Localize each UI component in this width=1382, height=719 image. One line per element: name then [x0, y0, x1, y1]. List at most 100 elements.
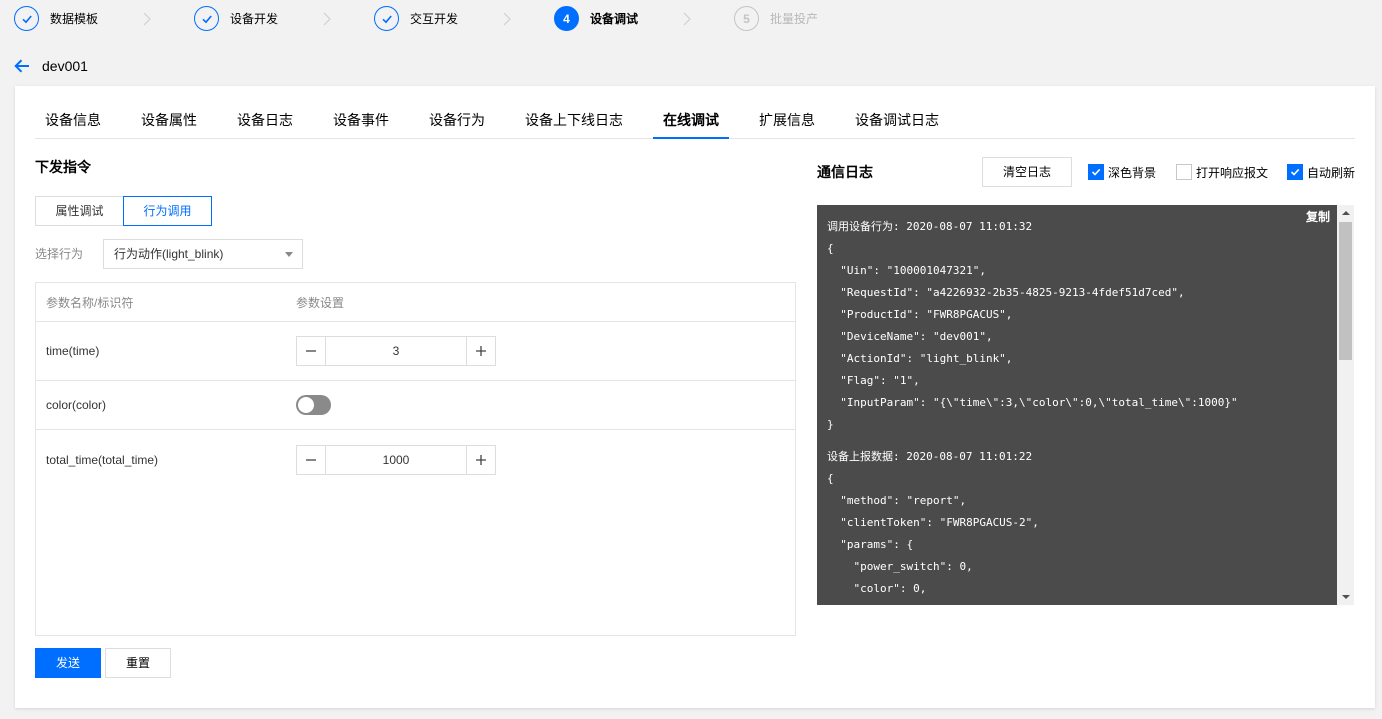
plus-icon: [476, 454, 486, 465]
auto-refresh-checkbox[interactable]: 自动刷新: [1287, 162, 1355, 182]
tab-extended-info[interactable]: 扩展信息: [749, 104, 825, 139]
checkbox-box: [1287, 164, 1303, 180]
step-mass-production: 5 批量投产: [734, 6, 818, 31]
log-line: "clientToken": "FWR8PGACUS-2",: [827, 516, 1039, 529]
copy-log-button[interactable]: 复制: [1306, 209, 1330, 225]
log-line: "InputParam": "{\"time\":3,\"color\":0,\…: [827, 396, 1238, 409]
step-label: 交互开发: [410, 12, 459, 26]
checkbox-label: 自动刷新: [1307, 165, 1356, 180]
params-table-header: 参数名称/标识符 参数设置: [36, 283, 795, 322]
clear-log-button[interactable]: 清空日志: [982, 157, 1072, 187]
check-icon: [201, 14, 212, 23]
param-name: total_time(total_time): [46, 452, 159, 467]
page-title: dev001: [42, 58, 88, 74]
step-device-debugging[interactable]: 4 设备调试: [554, 6, 638, 31]
scroll-up-arrow-icon[interactable]: [1342, 211, 1350, 215]
action-select-value: 行为动作(light_blink): [114, 247, 224, 261]
tab-debug-logs[interactable]: 设备调试日志: [845, 104, 949, 139]
step-data-template[interactable]: 数据模板: [14, 6, 98, 31]
log-entry: 设备上报数据: 2020-08-07 11:01:22 { "method": …: [827, 446, 1332, 600]
tab-device-events[interactable]: 设备事件: [323, 104, 399, 139]
plus-icon: [476, 346, 486, 356]
increment-button[interactable]: [466, 445, 495, 474]
decrement-button[interactable]: [297, 445, 326, 474]
command-section-title: 下发指令: [35, 159, 91, 175]
step-number: 5: [743, 11, 750, 26]
device-detail-card: 设备信息 设备属性 设备日志 设备事件 设备行为 设备上下线日志 在线调试 扩展…: [15, 86, 1375, 708]
step-label: 批量投产: [770, 12, 819, 26]
total-time-value-input[interactable]: [326, 445, 466, 474]
mode-switch: 属性调试 行为调用: [35, 196, 212, 226]
tab-bar: 设备信息 设备属性 设备日志 设备事件 设备行为 设备上下线日志 在线调试 扩展…: [35, 104, 1355, 139]
time-stepper: [296, 336, 496, 366]
log-panel: 调用设备行为: 2020-08-07 11:01:32 { "Uin": "10…: [817, 205, 1354, 605]
scrollbar-thumb[interactable]: [1339, 222, 1352, 360]
tab-device-properties[interactable]: 设备属性: [131, 104, 207, 139]
param-row-color: color(color): [36, 381, 795, 430]
minus-icon: [306, 458, 316, 461]
log-line: }: [827, 418, 834, 431]
checkbox-label: 打开响应报文: [1196, 165, 1269, 180]
log-line: "Flag": "1",: [827, 374, 920, 387]
step-status-circle: [14, 6, 39, 31]
increment-button[interactable]: [466, 337, 495, 365]
reset-button[interactable]: 重置: [105, 648, 171, 678]
log-entry-header: 设备上报数据: 2020-08-07 11:01:22: [827, 450, 1033, 463]
log-entry-header: 调用设备行为: 2020-08-07 11:01:32: [827, 220, 1033, 233]
chevron-right-icon: [503, 12, 511, 26]
scroll-down-arrow-icon[interactable]: [1342, 595, 1350, 599]
check-icon: [21, 14, 32, 23]
step-label: 设备调试: [590, 12, 639, 26]
param-row-total-time: total_time(total_time): [36, 430, 795, 489]
caret-down-icon: [285, 252, 293, 257]
send-button[interactable]: 发送: [35, 648, 101, 678]
param-name: color(color): [46, 398, 107, 412]
log-line: "RequestId": "a4226932-2b35-4825-9213-4f…: [827, 286, 1185, 299]
log-scrollbar[interactable]: [1337, 205, 1354, 605]
step-number: 4: [563, 11, 570, 26]
decrement-button[interactable]: [297, 337, 326, 365]
checkbox-box: [1176, 164, 1192, 180]
tab-online-debugging[interactable]: 在线调试: [653, 104, 729, 139]
step-status-circle: [194, 6, 219, 31]
param-name: time(time): [46, 344, 100, 358]
step-interaction-development[interactable]: 交互开发: [374, 6, 458, 31]
action-select[interactable]: 行为动作(light_blink): [103, 239, 303, 269]
step-status-circle: [374, 6, 399, 31]
param-row-time: time(time): [36, 322, 795, 381]
mode-action-call-button[interactable]: 行为调用: [123, 196, 212, 226]
log-line: "method": "report",: [827, 494, 967, 507]
log-entry: 调用设备行为: 2020-08-07 11:01:32 { "Uin": "10…: [827, 216, 1332, 436]
log-line: "color": 0,: [827, 582, 927, 595]
column-header-name: 参数名称/标识符: [46, 295, 134, 310]
tab-online-offline-logs[interactable]: 设备上下线日志: [515, 104, 633, 139]
check-icon: [1091, 168, 1101, 176]
color-toggle[interactable]: [296, 395, 331, 415]
log-section-title: 通信日志: [817, 164, 873, 180]
step-status-circle: 4: [554, 6, 579, 31]
step-device-development[interactable]: 设备开发: [194, 6, 278, 31]
toggle-knob: [298, 397, 314, 413]
check-icon: [381, 14, 392, 23]
chevron-right-icon: [683, 12, 691, 26]
tab-device-actions[interactable]: 设备行为: [419, 104, 495, 139]
total-time-stepper: [296, 444, 496, 475]
step-label: 数据模板: [50, 12, 99, 26]
checkbox-box: [1088, 164, 1104, 180]
tab-device-info[interactable]: 设备信息: [35, 104, 111, 139]
log-line: {: [827, 472, 834, 485]
time-value-input[interactable]: [326, 337, 466, 365]
step-label: 设备开发: [230, 12, 279, 26]
tab-device-logs[interactable]: 设备日志: [227, 104, 303, 139]
log-line: "ProductId": "FWR8PGACUS",: [827, 308, 1013, 321]
chevron-right-icon: [143, 12, 151, 26]
mode-property-debug-button[interactable]: 属性调试: [35, 196, 124, 226]
dark-background-checkbox[interactable]: 深色背景: [1088, 162, 1156, 182]
show-response-checkbox[interactable]: 打开响应报文: [1176, 162, 1268, 182]
log-content: 调用设备行为: 2020-08-07 11:01:32 { "Uin": "10…: [827, 216, 1332, 605]
column-header-setting: 参数设置: [296, 295, 345, 310]
params-table: 参数名称/标识符 参数设置 time(time) color(color): [35, 282, 796, 636]
check-icon: [1290, 168, 1300, 176]
arrow-left-icon[interactable]: [14, 59, 30, 73]
log-line: "power_switch": 0,: [827, 560, 973, 573]
